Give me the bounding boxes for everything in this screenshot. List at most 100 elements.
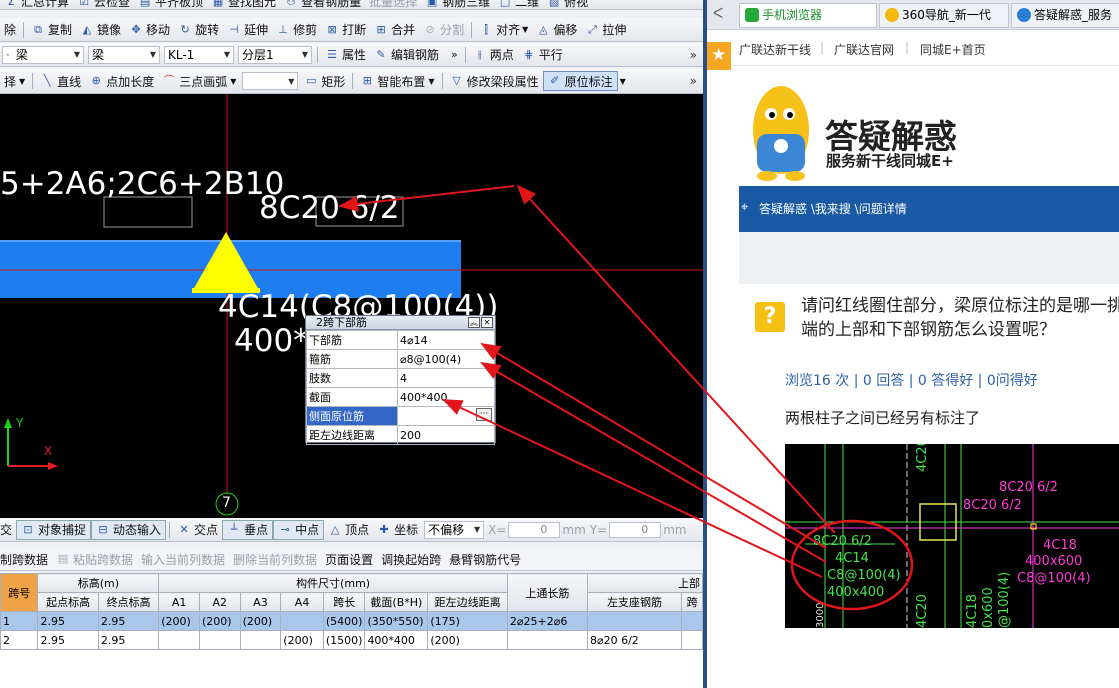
arc-option-select[interactable]: ▼	[242, 72, 299, 90]
rotate-button[interactable]: ↻ 旋转	[174, 20, 223, 40]
type1-select[interactable]: · 梁 ▼	[2, 45, 84, 64]
table-cell[interactable]: 2.95	[97, 611, 160, 631]
point-length-button[interactable]: ⊕ 点加长度	[85, 71, 158, 91]
table-row[interactable]: 2 2.95 2.95 (200) (1500) 400*400 (200) 8…	[0, 630, 703, 650]
table-cell[interactable]: 2	[0, 630, 39, 650]
table-cell[interactable]: 2.95	[37, 630, 99, 650]
stretch-button[interactable]: ⤢ 拉伸	[581, 20, 630, 40]
table-cell[interactable]: 2⌀25+2⌀6	[506, 611, 588, 631]
back-icon[interactable]: ᐸ	[713, 6, 723, 22]
ellipsis-button[interactable]: ···	[476, 408, 492, 421]
view-rebar-button[interactable]: ⚇ 查看钢筋量	[280, 0, 365, 9]
input-col-button[interactable]: 输入当前列数据	[137, 549, 229, 569]
tab-mobile-browser[interactable]: 手机浏览器	[739, 3, 877, 28]
merge-button[interactable]: ⊞ 合并	[370, 20, 419, 40]
three-point-arc-button[interactable]: ⌒ 三点画弧 ▼	[158, 71, 240, 91]
line-button[interactable]: ╲ 直线	[36, 71, 85, 91]
find-element-button[interactable]: ▦ 查找图元	[207, 0, 280, 9]
y-input[interactable]: 0	[609, 521, 662, 538]
edit-rebar-button[interactable]: ✎ 编辑钢筋	[370, 45, 443, 65]
extend-button[interactable]: ⊣ 延伸	[223, 20, 272, 40]
swap-start-button[interactable]: 调换起始跨	[377, 549, 445, 569]
more-tools-button[interactable]: »	[447, 45, 462, 65]
delete-button[interactable]: 除	[0, 20, 20, 40]
table-cell[interactable]	[506, 630, 588, 650]
table-cell[interactable]: (200)	[239, 611, 282, 631]
perpendicular-snap[interactable]: ┴ 垂点	[222, 519, 274, 540]
table-cell[interactable]: (200)	[280, 630, 324, 650]
overflow-icon[interactable]: »	[690, 48, 697, 62]
view-2d-button[interactable]: □ 二维	[494, 0, 543, 9]
offset-button[interactable]: ◬ 偏移	[532, 20, 581, 40]
breadcrumb[interactable]: 答疑解惑 \我来搜 \问题详情	[759, 200, 907, 217]
modify-span-button[interactable]: ▽ 修改梁段属性	[446, 71, 543, 91]
split-button[interactable]: ⊘ 分割	[419, 20, 468, 40]
table-cell[interactable]	[280, 611, 324, 631]
section-field[interactable]: 400*400	[397, 387, 495, 407]
tab-360-nav[interactable]: 360导航_新一代	[879, 3, 1009, 28]
link-city-home[interactable]: 同城E+首页	[920, 41, 986, 58]
offset-select[interactable]: 不偏移 ▼	[424, 520, 485, 539]
mirror-button[interactable]: ◭ 镜像	[76, 20, 125, 40]
link-glodon-line[interactable]: 广联达新干线	[739, 41, 811, 58]
dynamic-input-toggle[interactable]: ⊟ 动态输入	[91, 519, 167, 540]
drawing-canvas[interactable]: 5+2A6;2C6+2B10 8C20 6/2 4C14(C8@100(4)) …	[0, 94, 703, 518]
view-top-button[interactable]: ▧ 俯视	[543, 0, 592, 9]
table-cell[interactable]	[198, 630, 241, 650]
table-cell[interactable]: (1500)	[322, 630, 366, 650]
coordinate-snap[interactable]: ✚ 坐标	[373, 520, 422, 540]
legs-field[interactable]: 4	[397, 368, 495, 388]
batch-select-button[interactable]: 批量选择	[365, 0, 421, 9]
link-glodon-site[interactable]: 广联达官网	[834, 41, 894, 58]
table-cell[interactable]: 1	[0, 611, 39, 631]
overflow-icon[interactable]: »	[690, 74, 697, 88]
table-cell[interactable]	[681, 611, 703, 631]
layer-select[interactable]: 分层1 ▼	[238, 45, 312, 64]
delete-col-button[interactable]: 删除当前列数据	[229, 549, 321, 569]
move-button[interactable]: ✥ 移动	[125, 20, 174, 40]
original-label-dropdown[interactable]: ▼	[618, 71, 628, 91]
table-cell[interactable]: 2.95	[37, 611, 99, 631]
copy-button[interactable]: ⧉ 复制	[27, 20, 76, 40]
level-board-button[interactable]: ▤ 平齐板顶	[134, 0, 207, 9]
copy-span-button[interactable]: 制跨数据	[0, 549, 52, 569]
x-input[interactable]: 0	[508, 521, 561, 538]
two-points-button[interactable]: ⫲ 两点	[469, 45, 518, 65]
favorite-star-icon[interactable]: ★	[707, 42, 731, 70]
original-label-button[interactable]: ✐ 原位标注	[542, 71, 618, 91]
property-button[interactable]: ☰ 属性	[321, 45, 370, 65]
tab-qa[interactable]: 答疑解惑_服务	[1011, 3, 1119, 28]
table-cell[interactable]: 2.95	[97, 630, 160, 650]
rebar-3d-button[interactable]: ▣ 钢筋三维	[421, 0, 494, 9]
cantilever-code-button[interactable]: 悬臂钢筋代号	[445, 549, 525, 569]
stirrup-field[interactable]: ⌀8@100(4)	[397, 349, 495, 369]
align-button[interactable]: ⫿ 对齐 ▼	[475, 20, 532, 40]
table-row[interactable]: 1 2.95 2.95 (200) (200) (200) (5400) (35…	[0, 611, 703, 631]
collapse-icon[interactable]: ︽	[468, 317, 480, 328]
span-rebar-popup[interactable]: 2跨下部筋 ︽ ✕ 下部筋 4⌀14 箍筋 ⌀8@100(4) 肢数 4 截面 400*…	[305, 315, 496, 445]
table-cell[interactable]	[586, 611, 683, 631]
table-cell[interactable]: (5400)	[322, 611, 366, 631]
close-icon[interactable]: ✕	[481, 317, 493, 328]
question-image[interactable]: 8C20 6/2 8C20 6/2 8C20 6/2 4C14 C8@100(4…	[785, 444, 1119, 628]
type2-select[interactable]: 梁 ▼	[88, 45, 160, 64]
table-cell[interactable]: (350*550)	[364, 611, 429, 631]
page-setup-button[interactable]: 页面设置	[321, 549, 377, 569]
break-button[interactable]: ⊠ 打断	[321, 20, 370, 40]
trim-button[interactable]: ⊥ 修剪	[272, 20, 321, 40]
table-cell[interactable]	[158, 630, 200, 650]
table-cell[interactable]: (200)	[158, 611, 200, 631]
rect-button[interactable]: ▭ 矩形	[300, 71, 349, 91]
bottom-rebar-field[interactable]: 4⌀14	[397, 330, 495, 350]
cloud-check-button[interactable]: ☑ 云检查	[73, 0, 134, 9]
left-distance-field[interactable]: 200	[397, 425, 495, 445]
object-snap-toggle[interactable]: ⊡ 对象捕捉	[16, 519, 92, 540]
table-cell[interactable]	[239, 630, 282, 650]
smart-layout-button[interactable]: ⊞ 智能布置 ▼	[356, 71, 438, 91]
table-cell[interactable]: (200)	[198, 611, 241, 631]
select-mode-button[interactable]: 择 ▼	[0, 71, 29, 91]
intersection-snap[interactable]: ✕ 交点	[173, 520, 222, 540]
summary-calc-button[interactable]: Σ 汇总计算	[0, 0, 73, 9]
midpoint-snap[interactable]: ⊸ 中点	[273, 519, 325, 540]
table-cell[interactable]: 8⌀20 6/2	[586, 630, 683, 650]
